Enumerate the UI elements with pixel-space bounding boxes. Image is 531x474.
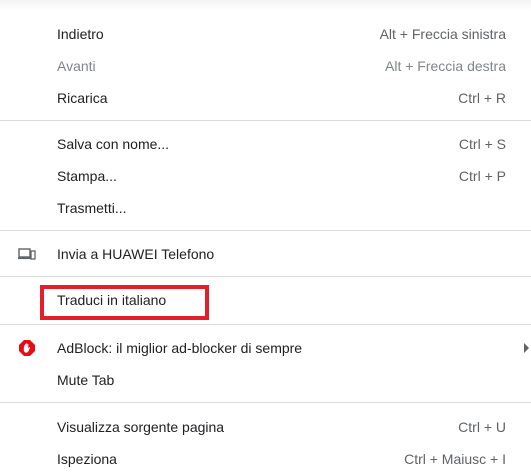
menu-item-forward: Avanti Alt + Freccia destra <box>0 51 531 81</box>
menu-item-label: Mute Tab <box>57 372 115 388</box>
menu-item-shortcut: Alt + Freccia destra <box>385 58 506 74</box>
menu-item-shortcut: Ctrl + S <box>458 136 506 152</box>
menu-item-reload[interactable]: Ricarica Ctrl + R <box>0 83 531 113</box>
menu-item-label: Avanti <box>57 58 96 74</box>
menu-item-view-source[interactable]: Visualizza sorgente pagina Ctrl + U <box>0 412 531 442</box>
adblock-icon <box>18 339 36 357</box>
highlight-box <box>40 285 209 320</box>
menu-item-inspect[interactable]: Ispeziona Ctrl + Maiusc + I <box>0 444 531 474</box>
menu-item-print[interactable]: Stampa... Ctrl + P <box>0 161 531 191</box>
menu-separator <box>0 276 531 277</box>
menu-item-label: Ispeziona <box>57 451 117 467</box>
menu-item-label: Salva con nome... <box>57 136 170 152</box>
menu-item-cast[interactable]: Trasmetti... <box>0 193 531 223</box>
menu-item-adblock[interactable]: AdBlock: il miglior ad-blocker di sempre <box>0 333 531 363</box>
menu-item-shortcut: Alt + Freccia sinistra <box>379 26 506 42</box>
menu-item-label: Stampa... <box>57 168 117 184</box>
menu-item-shortcut: Ctrl + U <box>458 419 506 435</box>
menu-item-back[interactable]: Indietro Alt + Freccia sinistra <box>0 19 531 49</box>
send-to-device-icon <box>18 248 36 260</box>
menu-item-shortcut: Ctrl + P <box>458 168 506 184</box>
menu-item-label: Ricarica <box>57 90 108 106</box>
menu-item-shortcut: Ctrl + R <box>458 90 506 106</box>
context-menu: Indietro Alt + Freccia sinistra Avanti A… <box>0 0 531 474</box>
menu-item-shortcut: Ctrl + Maiusc + I <box>404 451 506 467</box>
menu-item-save-as[interactable]: Salva con nome... Ctrl + S <box>0 129 531 159</box>
menu-item-label: Visualizza sorgente pagina <box>57 419 225 435</box>
menu-top-edge <box>0 0 531 10</box>
menu-separator <box>0 120 531 121</box>
chevron-right-icon <box>524 343 529 353</box>
menu-item-label: Invia a HUAWEI Telefono <box>57 246 215 262</box>
menu-separator <box>0 324 531 325</box>
menu-item-mute-tab[interactable]: Mute Tab <box>0 365 531 395</box>
menu-item-label: Indietro <box>57 26 104 42</box>
menu-item-send-to-device[interactable]: Invia a HUAWEI Telefono <box>0 239 531 269</box>
menu-item-label: AdBlock: il miglior ad-blocker di sempre <box>57 340 303 356</box>
menu-item-label: Trasmetti... <box>57 200 127 216</box>
menu-separator <box>0 230 531 231</box>
menu-separator <box>0 402 531 403</box>
